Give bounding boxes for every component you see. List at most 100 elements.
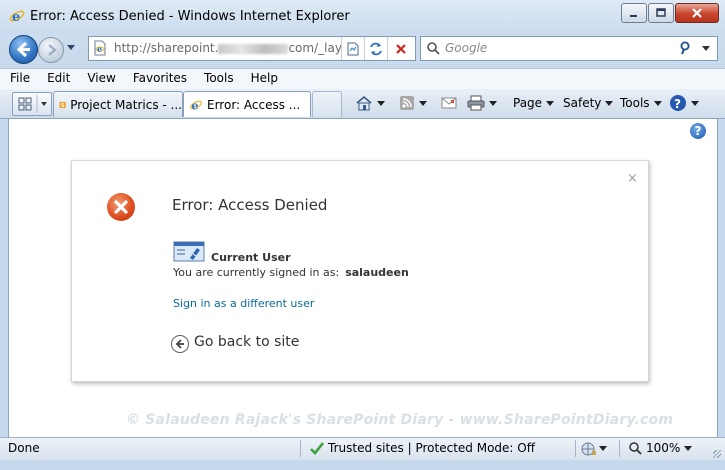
- back-button[interactable]: [9, 35, 38, 64]
- url-prefix: http://sharepoint.: [114, 41, 219, 55]
- stop-button[interactable]: [387, 37, 414, 60]
- maximize-button[interactable]: [648, 3, 674, 23]
- quick-tabs-icon: [18, 95, 47, 113]
- forward-button[interactable]: [38, 37, 64, 63]
- ie-page-icon: e: [190, 99, 202, 112]
- go-back-arrow-icon[interactable]: [171, 335, 189, 353]
- mail-icon: [441, 97, 457, 109]
- ie-logo-icon: e: [9, 10, 25, 24]
- menu-tools[interactable]: Tools: [197, 69, 241, 89]
- svg-text:e: e: [192, 99, 199, 112]
- trusted-check-icon: [310, 442, 324, 455]
- address-bar[interactable]: e http://sharepoint. com/_lay: [88, 36, 416, 61]
- home-button[interactable]: [355, 93, 385, 113]
- recent-pages-dropdown[interactable]: [67, 45, 75, 50]
- signed-in-username: salaudeen: [345, 266, 409, 279]
- page-dropdown-icon: [546, 100, 555, 106]
- window-title: Error: Access Denied - Windows Internet …: [30, 9, 350, 24]
- search-placeholder: Google: [445, 41, 488, 55]
- compatibility-icon: [347, 42, 359, 55]
- status-divider: [300, 440, 301, 457]
- url-redacted: [218, 43, 289, 54]
- url-suffix: com/_lay: [288, 41, 342, 55]
- close-icon: [692, 8, 702, 18]
- tools-dropdown-icon: [653, 100, 662, 106]
- globe-lock-icon: [581, 442, 596, 455]
- resize-grip[interactable]: [713, 450, 721, 458]
- menu-favorites[interactable]: Favorites: [126, 69, 194, 89]
- status-text: Done: [8, 441, 40, 455]
- error-x-icon: [114, 200, 128, 214]
- help-icon: ?: [670, 95, 686, 111]
- address-url[interactable]: http://sharepoint. com/_lay: [114, 41, 342, 55]
- search-options-dropdown[interactable]: [702, 46, 710, 51]
- print-button[interactable]: [467, 93, 497, 113]
- dialog-close-icon[interactable]: ×: [627, 171, 638, 186]
- error-icon: [107, 193, 135, 221]
- safety-menu-label: Safety: [563, 96, 602, 110]
- home-icon: [356, 95, 372, 111]
- go-back-to-site-link[interactable]: Go back to site: [194, 334, 299, 350]
- status-divider: [575, 440, 576, 457]
- back-arrow-glyph-icon: [175, 339, 184, 349]
- page-menu-button[interactable]: Page: [513, 93, 555, 113]
- security-zone[interactable]: Trusted sites | Protected Mode: Off: [328, 441, 535, 455]
- page-icon: e: [94, 40, 106, 56]
- svg-text:e: e: [97, 44, 102, 54]
- compatibility-view-button[interactable]: [341, 37, 364, 60]
- tools-menu-button[interactable]: Tools: [620, 93, 662, 113]
- zoom-level: 100%: [646, 441, 681, 455]
- quick-tabs-button[interactable]: [12, 92, 52, 116]
- tab-error-access-denied[interactable]: e Error: Access ...: [183, 91, 311, 117]
- minimize-button[interactable]: [621, 3, 647, 23]
- current-user-label: Current User: [211, 251, 291, 264]
- zone-dropdown-icon: [599, 446, 607, 451]
- close-window-button[interactable]: [675, 3, 719, 23]
- tools-menu-label: Tools: [620, 96, 650, 110]
- printer-icon: [467, 95, 485, 111]
- maximize-icon: [656, 8, 666, 17]
- svg-text:e: e: [12, 10, 20, 24]
- zoom-icon: [629, 442, 642, 455]
- forward-arrow-icon: [48, 44, 57, 56]
- safety-menu-button[interactable]: Safety: [563, 93, 614, 113]
- search-box[interactable]: Google: [420, 36, 718, 61]
- sharepoint-favicon-icon: S: [59, 101, 66, 109]
- zoom-button[interactable]: 100%: [628, 441, 693, 455]
- window-controls: [620, 3, 719, 23]
- menu-file[interactable]: File: [3, 69, 37, 89]
- menu-view[interactable]: View: [80, 69, 122, 89]
- search-icon[interactable]: [679, 41, 693, 55]
- page-help-icon[interactable]: ?: [690, 123, 706, 139]
- help-menu-button[interactable]: ?: [669, 93, 699, 113]
- minimize-icon: [630, 15, 637, 17]
- zoom-dropdown-icon: [684, 445, 693, 451]
- svg-text:S: S: [61, 103, 65, 109]
- watermark: © Salaudeen Rajack's SharePoint Diary - …: [126, 412, 674, 428]
- help-dropdown-icon: [691, 100, 699, 106]
- stop-icon: [396, 43, 406, 54]
- refresh-button[interactable]: [364, 37, 387, 60]
- menu-bar: File Edit View Favorites Tools Help: [0, 68, 725, 90]
- status-divider: [619, 440, 620, 457]
- refresh-icon: [370, 42, 382, 55]
- tab-label: Error: Access ...: [207, 97, 301, 112]
- current-user-icon: [173, 241, 205, 262]
- ie-window: e Error: Access Denied - Windows Interne…: [0, 0, 725, 470]
- menu-edit[interactable]: Edit: [40, 69, 77, 89]
- protected-mode-button[interactable]: [580, 440, 610, 457]
- print-dropdown-icon: [489, 100, 497, 106]
- menu-help[interactable]: Help: [244, 69, 285, 89]
- new-tab-button[interactable]: [312, 91, 342, 117]
- error-title: Error: Access Denied: [172, 196, 328, 214]
- signed-in-as: You are currently signed in as: salaudeen: [173, 266, 409, 279]
- read-mail-button[interactable]: [440, 93, 458, 113]
- safety-dropdown-icon: [605, 100, 614, 106]
- svg-text:?: ?: [674, 97, 681, 111]
- feeds-dropdown-icon: [419, 100, 427, 106]
- tab-project-matrics[interactable]: S Project Matrics - ...: [53, 91, 183, 117]
- signed-in-text: You are currently signed in as:: [173, 266, 340, 279]
- rss-feed-icon: [400, 96, 414, 110]
- feeds-button[interactable]: [399, 93, 427, 113]
- sign-in-different-user-link[interactable]: Sign in as a different user: [173, 297, 314, 310]
